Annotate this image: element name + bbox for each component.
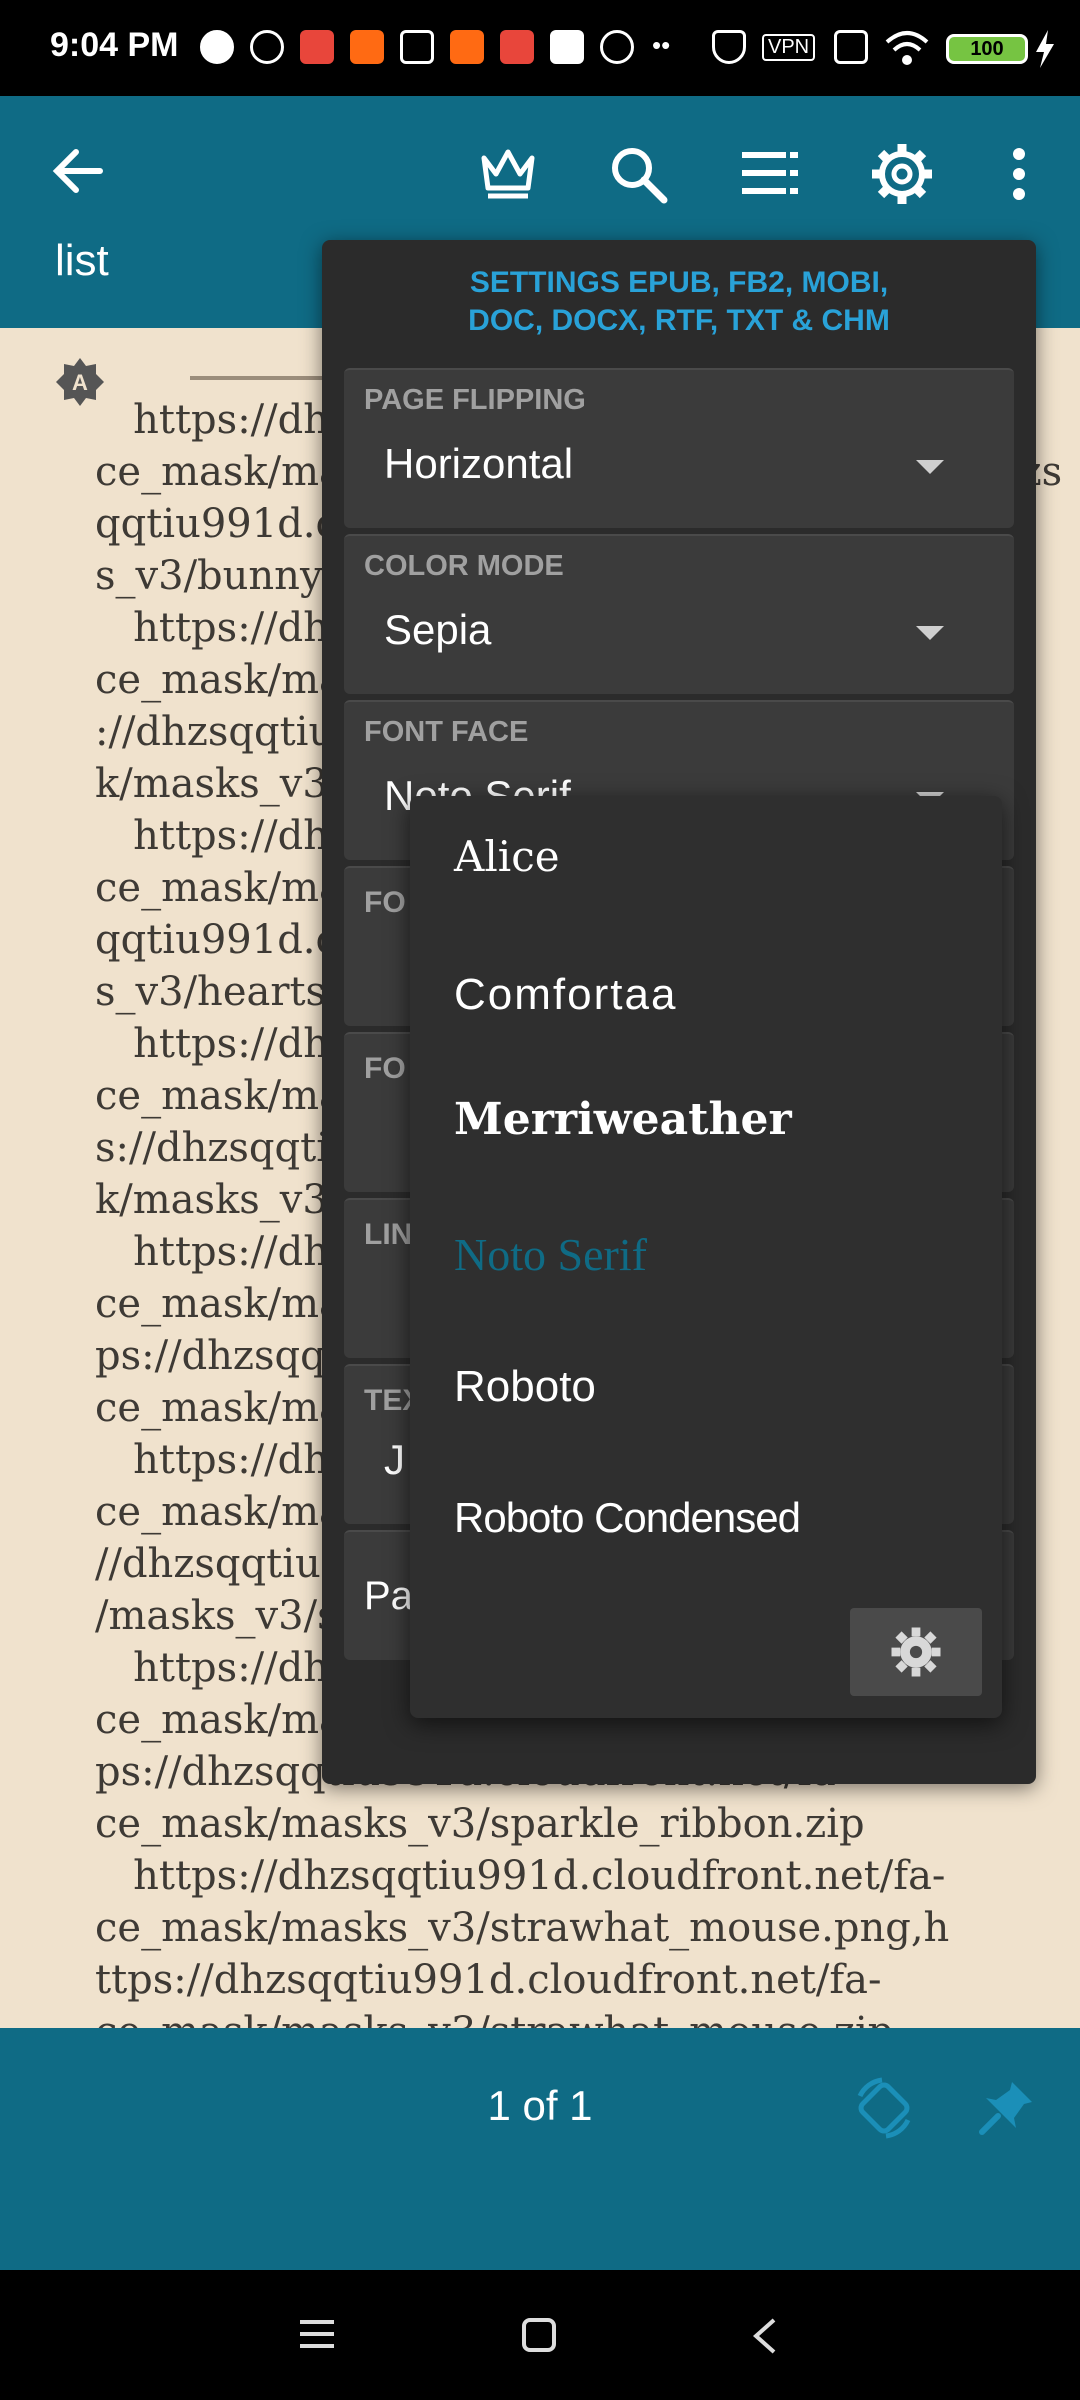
instagram-icon — [400, 30, 434, 64]
color-mode-label: COLOR MODE — [364, 550, 564, 582]
search-icon[interactable] — [608, 144, 668, 204]
dropdown-caret-icon — [916, 626, 944, 640]
page-title: list — [55, 236, 109, 285]
font-option-comfortaa[interactable]: Comfortaa — [454, 970, 677, 1020]
page-flipping-setting[interactable]: PAGE FLIPPING Horizontal — [344, 368, 1014, 528]
more-notifications-icon: •• — [652, 30, 671, 60]
font-size-label: FO — [364, 886, 406, 919]
reader-text-line: https://dhzsqqtiu991d.cloudfront.net/fa- — [95, 1853, 946, 1899]
screen-rotation-icon[interactable] — [852, 2076, 916, 2140]
more-vertical-icon[interactable] — [1004, 146, 1034, 202]
gear-icon — [891, 1627, 941, 1677]
reader-text-line: ce_mask/masks_v3/strawhat_mouse.png,h — [95, 1905, 950, 1951]
gear-icon[interactable] — [870, 142, 934, 206]
bottom-bar: 1 of 1 — [0, 2028, 1080, 2270]
font-style-label: FO — [364, 1052, 406, 1085]
color-mode-value: Sepia — [384, 606, 492, 653]
list-menu-icon[interactable] — [742, 148, 798, 200]
font-option-alice[interactable]: Alice — [454, 832, 560, 881]
font-face-label: FONT FACE — [364, 716, 529, 748]
font-settings-button[interactable] — [850, 1608, 982, 1696]
home-icon[interactable] — [522, 2318, 556, 2352]
reader-text-line: ce_mask/masks_v3/sparkle_ribbon.zip — [95, 1801, 865, 1847]
sim-off-icon — [834, 30, 868, 64]
back-arrow-icon[interactable] — [50, 144, 104, 198]
status-bar: 9:04 PM •• VPN 100 — [0, 0, 1080, 96]
dropdown-caret-icon — [916, 460, 944, 474]
vpn-icon: VPN — [762, 34, 816, 61]
battery-icon: 100 — [946, 34, 1028, 64]
text-align-value: J — [384, 1436, 405, 1483]
download-icon — [550, 30, 584, 64]
color-mode-setting[interactable]: COLOR MODE Sepia — [344, 534, 1014, 694]
reader-text-line: ce_mask/masks_v3/strawhat_mouse.zip — [95, 2006, 1015, 2028]
charging-icon — [1036, 30, 1054, 68]
at-sign-icon-2 — [600, 30, 634, 64]
back-nav-icon[interactable] — [752, 2318, 778, 2354]
font-option-roboto[interactable]: Roboto — [454, 1362, 596, 1412]
wifi-icon — [885, 31, 929, 65]
font-option-noto-serif-selected[interactable]: Noto Serif — [454, 1228, 647, 1281]
font-option-merriweather[interactable]: Merriweather — [454, 1094, 792, 1145]
system-nav-bar — [0, 2270, 1080, 2400]
reader-text-line: ttps://dhzsqqtiu991d.cloudfront.net/fa- — [95, 1957, 882, 2003]
page-margins-label: Pa — [364, 1574, 413, 1618]
page-flipping-value: Horizontal — [384, 440, 574, 487]
app-icon-red-2 — [500, 30, 534, 64]
line-spacing-label: LIN — [364, 1218, 413, 1251]
app-icon-orange — [350, 30, 384, 64]
font-option-roboto-condensed[interactable]: Roboto Condensed — [454, 1494, 801, 1542]
pin-icon[interactable] — [978, 2078, 1036, 2136]
settings-title-line1: SETTINGS EPUB, FB2, MOBI, — [469, 266, 889, 299]
page-flipping-label: PAGE FLIPPING — [364, 384, 586, 416]
status-time: 9:04 PM — [50, 26, 179, 64]
settings-title-line2: DOC, DOCX, RTF, TXT & CHM — [468, 304, 890, 337]
mi-icon — [450, 30, 484, 64]
page-indicator[interactable]: 1 of 1 — [0, 2082, 1080, 2130]
recent-apps-icon[interactable] — [300, 2318, 334, 2350]
facebook-icon — [200, 30, 234, 64]
crown-icon[interactable] — [478, 144, 538, 200]
app-icon-red — [300, 30, 334, 64]
at-sign-icon — [250, 30, 284, 64]
bell-muted-icon — [712, 30, 746, 64]
svg-text:A: A — [72, 370, 88, 395]
font-face-dropdown: Alice Comfortaa Merriweather Noto Serif … — [410, 796, 1002, 1718]
settings-title: SETTINGS EPUB, FB2, MOBI, DOC, DOCX, RTF… — [322, 264, 1036, 340]
